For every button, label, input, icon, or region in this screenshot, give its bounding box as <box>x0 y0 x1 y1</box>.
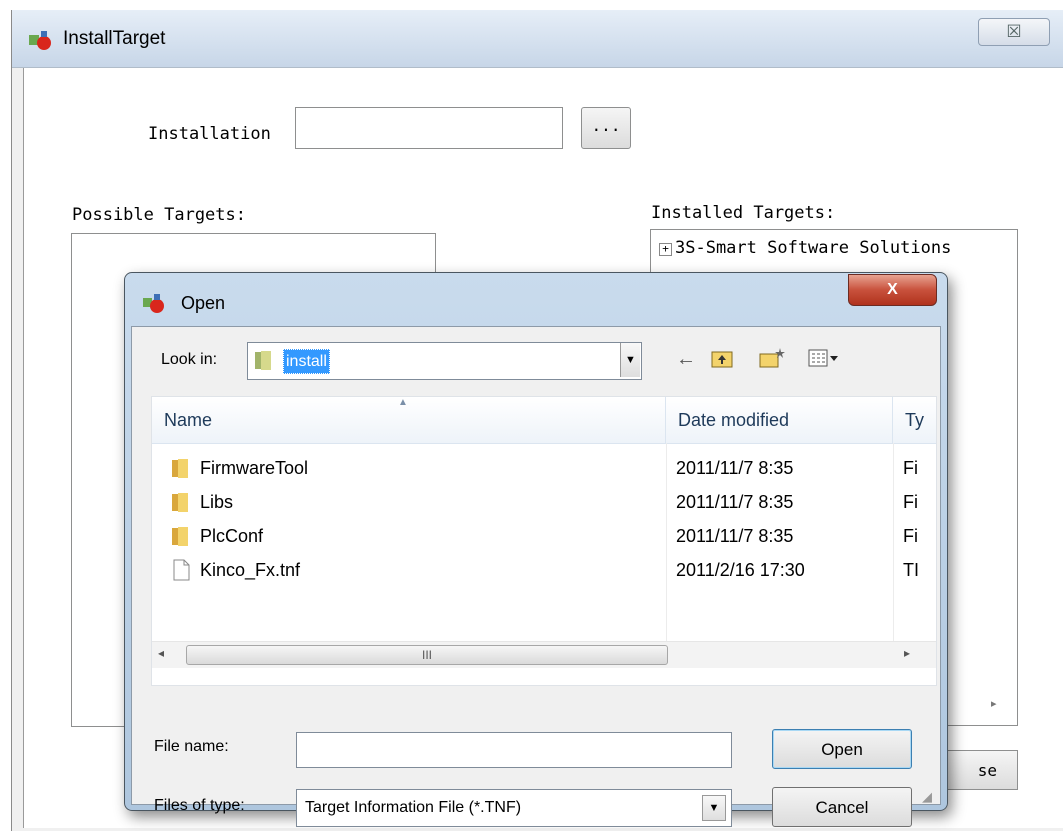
column-header: Name ▲ Date modified Ty <box>152 397 936 444</box>
file-list[interactable]: Name ▲ Date modified Ty FirmwareTool 201… <box>151 396 937 686</box>
file-type: TI <box>903 560 919 580</box>
file-name: FirmwareTool <box>200 458 309 478</box>
dialog-title: Open <box>181 293 226 313</box>
file-name: Kinco_Fx.tnf <box>200 560 301 580</box>
file-name: PlcConf <box>200 526 264 546</box>
view-menu-icon[interactable] <box>808 347 840 375</box>
possible-targets-label: Possible Targets: <box>72 205 246 225</box>
new-folder-icon[interactable] <box>758 347 786 375</box>
files-of-type-combo[interactable]: Target Information File (*.TNF) ▼ <box>296 789 732 827</box>
folder-icon <box>172 527 188 546</box>
tree-item[interactable]: +3S-Smart Software Solutions <box>659 238 951 258</box>
close-icon[interactable]: X <box>848 274 937 306</box>
scrollbar-thumb[interactable]: III <box>186 645 668 665</box>
tree-item-label: 3S-Smart Software Solutions <box>675 238 952 258</box>
chevron-down-icon[interactable]: ▼ <box>702 795 726 821</box>
installed-targets-label: Installed Targets: <box>651 203 836 223</box>
app-icon <box>143 294 164 313</box>
scroll-right-icon[interactable]: ▸ <box>904 646 910 660</box>
column-divider <box>893 443 894 641</box>
column-name[interactable]: Name <box>152 397 666 443</box>
horizontal-scrollbar[interactable]: ◂ III ▸ <box>152 641 936 668</box>
dialog-body: Look in: install ▼ ← Name ▲ Date modifie… <box>131 326 941 827</box>
folder-icon <box>172 493 188 512</box>
file-icon <box>173 559 190 581</box>
resize-grip-icon[interactable]: ◢ <box>922 789 932 805</box>
file-date: 2011/11/7 8:35 <box>676 526 794 546</box>
close-icon[interactable]: ☒ <box>978 18 1050 46</box>
chevron-down-icon[interactable]: ▼ <box>620 343 640 377</box>
file-type: Fi <box>903 458 918 478</box>
file-type: Fi <box>903 492 918 512</box>
browse-button[interactable]: ... <box>581 107 631 149</box>
file-date: 2011/11/7 8:35 <box>676 458 794 478</box>
window-title: InstallTarget <box>63 28 166 49</box>
look-in-combo[interactable]: install ▼ <box>247 342 642 380</box>
file-name: Libs <box>200 492 234 512</box>
folder-icon <box>255 351 271 370</box>
file-name-input[interactable] <box>296 732 732 768</box>
file-date: 2011/11/7 8:35 <box>676 492 794 512</box>
file-name-label: File name: <box>154 738 229 755</box>
sort-ascending-icon: ▲ <box>398 397 408 408</box>
up-folder-icon[interactable] <box>710 347 734 375</box>
app-icon <box>29 31 51 50</box>
file-date: 2011/2/16 17:30 <box>676 560 805 580</box>
list-item[interactable]: Kinco_Fx.tnf 2011/2/16 17:30 TI <box>152 553 936 587</box>
look-in-value: install <box>283 349 330 374</box>
installation-label: Installation <box>148 124 271 144</box>
expand-icon[interactable]: + <box>659 243 672 256</box>
list-item[interactable]: FirmwareTool 2011/11/7 8:35 Fi <box>152 451 936 485</box>
cancel-button[interactable]: Cancel <box>772 787 912 827</box>
list-item[interactable]: Libs 2011/11/7 8:35 Fi <box>152 485 936 519</box>
column-divider <box>666 443 667 641</box>
list-item[interactable]: PlcConf 2011/11/7 8:35 Fi <box>152 519 936 553</box>
back-icon[interactable]: ← <box>676 347 696 371</box>
file-type: Fi <box>903 526 918 546</box>
scroll-left-icon[interactable]: ◂ <box>158 646 164 660</box>
open-dialog: Open X Look in: install ▼ ← Name ▲ Date … <box>124 272 948 827</box>
installation-input[interactable] <box>295 107 563 149</box>
column-date-modified[interactable]: Date modified <box>666 397 893 443</box>
column-type[interactable]: Ty <box>893 397 936 443</box>
files-of-type-value: Target Information File (*.TNF) <box>305 799 522 816</box>
files-of-type-label: Files of type: <box>154 797 245 814</box>
install-target-titlebar: InstallTarget ☒ <box>12 10 1063 68</box>
look-in-label: Look in: <box>161 351 218 368</box>
folder-icon <box>172 459 188 478</box>
scroll-right-icon[interactable]: ▸ <box>991 697 1003 713</box>
open-button[interactable]: Open <box>772 729 912 769</box>
